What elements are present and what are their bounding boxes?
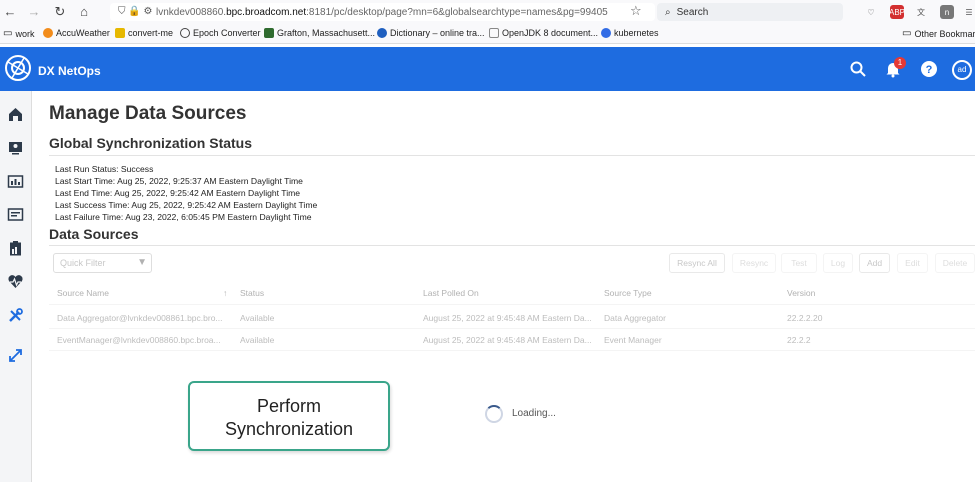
bookmark-convert-me[interactable]: convert-me xyxy=(115,28,173,38)
bookmark-label: work xyxy=(15,28,35,39)
browser-search-placeholder: Search xyxy=(676,6,709,18)
folder-icon: ▭ xyxy=(3,28,13,39)
url-host: bpc.broadcom.net xyxy=(226,6,307,18)
report-icon[interactable] xyxy=(7,173,24,190)
grafton-icon xyxy=(264,28,274,38)
clipboard-icon[interactable] xyxy=(7,240,24,257)
adblock-icon[interactable]: ABP xyxy=(889,5,905,19)
callout-box: Perform Synchronization xyxy=(188,381,390,451)
bookmark-label: AccuWeather xyxy=(56,28,110,38)
bookmark-star-icon[interactable]: ☆ xyxy=(630,3,642,19)
notification-badge: 1 xyxy=(894,57,906,69)
help-icon[interactable]: ? xyxy=(920,60,938,78)
folder-icon: ▭ xyxy=(902,28,912,39)
bookmark-label: Other Bookmarks xyxy=(914,28,975,39)
last-success-time: Last Success Time: Aug 25, 2022, 9:25:42… xyxy=(55,200,318,210)
data-sources-title: Data Sources xyxy=(49,226,139,242)
openjdk-icon xyxy=(489,28,499,38)
bookmark-label: Grafton, Massachusett... xyxy=(277,28,376,38)
health-icon[interactable] xyxy=(7,273,24,290)
sync-section-title: Global Synchronization Status xyxy=(49,135,253,151)
bookmark-kubernetes[interactable]: kubernetes xyxy=(601,28,659,38)
url-rest: :8181/pc/desktop/page?mn=6&globalsearcht… xyxy=(306,6,608,18)
dictionary-icon xyxy=(377,28,387,38)
bookmarks-bar: ▭ work AccuWeather convert-me Epoch Conve… xyxy=(0,24,975,44)
pocket-icon[interactable]: ♡ xyxy=(864,5,878,19)
app-header xyxy=(0,47,975,91)
dx-netops-logo-icon[interactable] xyxy=(3,53,33,83)
bookmark-label: OpenJDK 8 document... xyxy=(502,28,599,38)
bookmark-grafton[interactable]: Grafton, Massachusett... xyxy=(264,28,375,38)
browser-toolbar: ← → ↻ ⌂ lvnkdev008860. bpc.broadcom.net:8… xyxy=(0,0,975,24)
last-failure-time: Last Failure Time: Aug 23, 2022, 6:05:45… xyxy=(55,212,312,222)
browser-search-box[interactable]: ⌕ Search xyxy=(657,3,843,21)
address-bar[interactable]: lvnkdev008860. bpc.broadcom.net:8181/pc/d… xyxy=(110,3,655,21)
reload-icon[interactable]: ↻ xyxy=(50,4,70,20)
dashboard-icon[interactable] xyxy=(7,139,24,156)
bookmark-accuweather[interactable]: AccuWeather xyxy=(43,28,110,38)
loading-overlay xyxy=(32,246,975,482)
clock-icon xyxy=(180,28,190,38)
tools-icon[interactable] xyxy=(7,307,24,324)
loading-spinner-icon xyxy=(485,405,503,423)
bookmark-label: kubernetes xyxy=(614,28,659,38)
convert-me-icon xyxy=(115,28,125,38)
svg-text:?: ? xyxy=(926,64,933,76)
bookmark-label: convert-me xyxy=(128,28,174,38)
expand-icon[interactable] xyxy=(7,347,24,364)
menu-icon[interactable]: ☰ xyxy=(962,5,975,19)
kubernetes-icon xyxy=(601,28,611,38)
loading-text: Loading... xyxy=(512,408,556,419)
bookmark-openjdk[interactable]: OpenJDK 8 document... xyxy=(489,28,598,38)
avatar[interactable]: ad xyxy=(952,60,972,80)
accuweather-icon xyxy=(43,28,53,38)
url-prefix: lvnkdev008860. xyxy=(156,6,227,18)
last-end-time: Last End Time: Aug 25, 2022, 9:25:42 AM … xyxy=(55,188,301,198)
shield-icon[interactable]: ⛉ 🔒 ⚙ xyxy=(118,6,152,17)
app-title: DX NetOps xyxy=(38,64,101,78)
callout-line-1: Perform xyxy=(256,396,321,416)
translate-icon[interactable]: 文 xyxy=(914,5,928,19)
forward-icon[interactable]: → xyxy=(24,4,44,19)
search-icon: ⌕ xyxy=(665,6,671,18)
bookmark-dictionary[interactable]: Dictionary – online tra... xyxy=(377,28,485,38)
extension-icon[interactable]: n xyxy=(940,5,954,19)
page-title: Manage Data Sources xyxy=(49,103,247,124)
bookmark-label: Dictionary – online tra... xyxy=(390,28,485,38)
inventory-icon[interactable] xyxy=(7,206,24,223)
search-icon[interactable] xyxy=(849,60,867,78)
bookmark-other[interactable]: ▭Other Bookmarks xyxy=(902,28,975,39)
callout-line-2: Synchronization xyxy=(224,419,354,439)
bookmark-work[interactable]: ▭ work xyxy=(3,28,34,39)
last-run-status: Last Run Status: Success xyxy=(55,164,154,174)
last-start-time: Last Start Time: Aug 25, 2022, 9:25:37 A… xyxy=(55,176,303,186)
back-icon[interactable]: ← xyxy=(0,4,20,19)
divider xyxy=(49,155,975,156)
bookmark-epoch-converter[interactable]: Epoch Converter xyxy=(180,28,261,38)
home-icon[interactable] xyxy=(7,106,24,123)
bookmark-label: Epoch Converter xyxy=(193,28,261,38)
home-browser-icon[interactable]: ⌂ xyxy=(74,4,94,19)
